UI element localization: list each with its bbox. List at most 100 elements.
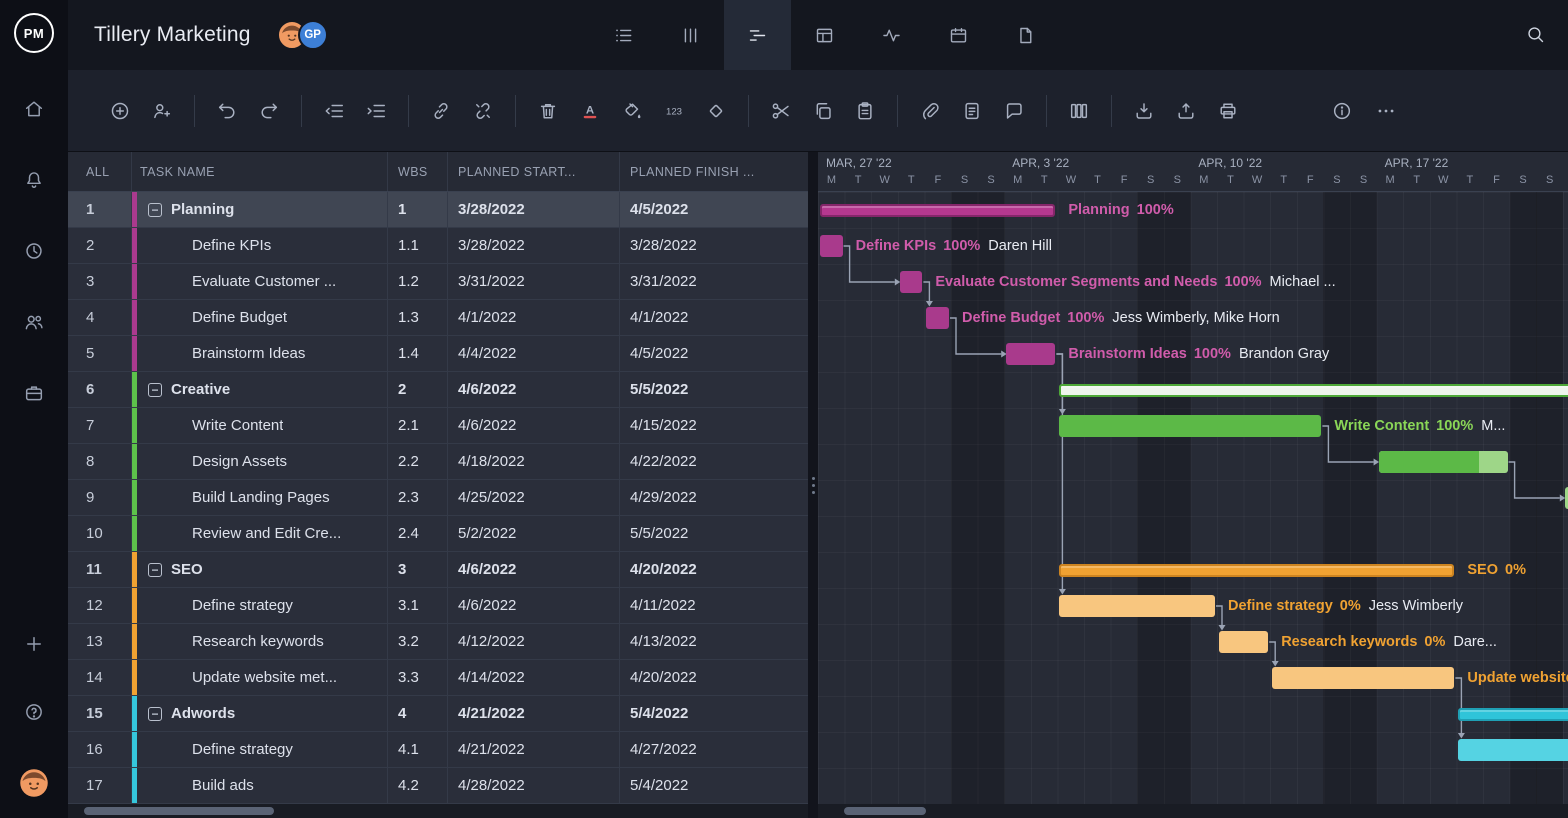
toolbar-comment-button[interactable] <box>1002 99 1026 123</box>
table-row[interactable]: 15−Adwords44/21/20225/4/2022 <box>68 696 808 732</box>
table-row[interactable]: 11−SEO34/6/20224/20/2022 <box>68 552 808 588</box>
table-hscroll-thumb[interactable] <box>84 807 274 815</box>
task-name: Define strategy <box>192 597 293 614</box>
gantt-task-bar[interactable] <box>1272 667 1454 689</box>
gantt-task-bar[interactable] <box>1006 343 1055 365</box>
sidebar-user-avatar[interactable] <box>19 768 49 798</box>
gantt-task-bar[interactable] <box>820 235 843 257</box>
toolbar-add-task-button[interactable] <box>108 99 132 123</box>
toolbar-indent-button[interactable] <box>364 99 388 123</box>
view-tab-activity[interactable] <box>858 0 925 70</box>
planned-finish-cell: 4/27/2022 <box>620 732 808 767</box>
gantt-task-bar[interactable] <box>926 307 949 329</box>
table-row[interactable]: 12Define strategy3.14/6/20224/11/2022 <box>68 588 808 624</box>
gantt-task-bar[interactable] <box>1379 451 1508 473</box>
toolbar-milestone-button[interactable] <box>704 99 728 123</box>
table-row[interactable]: 7Write Content2.14/6/20224/15/2022 <box>68 408 808 444</box>
unlink-icon <box>472 100 494 122</box>
pane-divider[interactable] <box>808 152 818 818</box>
toolbar-redo-button[interactable] <box>257 99 281 123</box>
sidebar-help-button[interactable] <box>22 700 46 724</box>
view-tab-sheet[interactable] <box>791 0 858 70</box>
table-row[interactable]: 13Research keywords3.24/12/20224/13/2022 <box>68 624 808 660</box>
member-avatar[interactable]: GP <box>298 20 328 50</box>
column-header-all[interactable]: ALL <box>68 152 132 191</box>
table-row[interactable]: 17Build ads4.24/28/20225/4/2022 <box>68 768 808 804</box>
toolbar-print-button[interactable] <box>1216 99 1240 123</box>
gantt-hscroll-thumb[interactable] <box>844 807 926 815</box>
app-logo[interactable]: PM <box>14 13 54 53</box>
gantt-task-bar[interactable] <box>1219 631 1268 653</box>
toolbar-trash-button[interactable] <box>536 99 560 123</box>
collapse-icon[interactable]: − <box>148 383 162 397</box>
gantt-task-bar[interactable] <box>900 271 923 293</box>
toolbar-columns-button[interactable] <box>1067 99 1091 123</box>
gantt-summary-bar[interactable] <box>1059 384 1568 397</box>
toolbar-fill-color-button[interactable] <box>620 99 644 123</box>
bar-label-assignees: M... <box>1481 418 1505 434</box>
column-header-task-name[interactable]: TASK NAME <box>132 152 388 191</box>
collapse-icon[interactable]: − <box>148 563 162 577</box>
gantt-pane: MAR, 27 '22APR, 3 '22APR, 10 '22APR, 17 … <box>818 152 1568 818</box>
toolbar-import-button[interactable] <box>1132 99 1156 123</box>
toolbar-undo-button[interactable] <box>215 99 239 123</box>
table-row[interactable]: 1−Planning13/28/20224/5/2022 <box>68 192 808 228</box>
toolbar-outdent-button[interactable] <box>322 99 346 123</box>
view-tab-doc[interactable] <box>992 0 1059 70</box>
table-row[interactable]: 3Evaluate Customer ...1.23/31/20223/31/2… <box>68 264 808 300</box>
sidebar-team-button[interactable] <box>22 310 46 334</box>
sidebar-briefcase-button[interactable] <box>22 381 46 405</box>
gantt-summary-bar[interactable] <box>1458 708 1568 721</box>
table-row[interactable]: 2Define KPIs1.13/28/20223/28/2022 <box>68 228 808 264</box>
sidebar-clock-button[interactable] <box>22 239 46 263</box>
column-header-planned-start[interactable]: PLANNED START... <box>448 152 620 191</box>
view-board-icon <box>680 25 701 46</box>
toolbar-assign-button[interactable] <box>150 99 174 123</box>
view-tab-board[interactable] <box>657 0 724 70</box>
gantt-task-bar[interactable] <box>1059 595 1215 617</box>
toolbar-paste-button[interactable] <box>853 99 877 123</box>
sidebar-bell-button[interactable] <box>22 168 46 192</box>
table-row[interactable]: 8Design Assets2.24/18/20224/22/2022 <box>68 444 808 480</box>
help-icon <box>23 701 45 723</box>
view-tab-list[interactable] <box>590 0 657 70</box>
column-header-planned-finish[interactable]: PLANNED FINISH ... <box>620 152 808 191</box>
toolbar-notes-button[interactable] <box>960 99 984 123</box>
gantt-bar-label: Define KPIs100%Daren Hill <box>856 237 1052 256</box>
search-button[interactable] <box>1525 24 1546 48</box>
table-row[interactable]: 9Build Landing Pages2.34/25/20224/29/202… <box>68 480 808 516</box>
column-header-wbs[interactable]: WBS <box>388 152 448 191</box>
toolbar-numbers-button[interactable]: 123 <box>662 99 686 123</box>
toolbar-attachment-button[interactable] <box>918 99 942 123</box>
toolbar-unlink-button[interactable] <box>471 99 495 123</box>
toolbar-export-button[interactable] <box>1174 99 1198 123</box>
gantt-summary-bar[interactable] <box>1059 564 1454 577</box>
collapse-icon[interactable]: − <box>148 203 162 217</box>
toolbar-copy-button[interactable] <box>811 99 835 123</box>
task-name-cell: Research keywords <box>132 624 388 659</box>
sidebar-plus-button[interactable] <box>22 632 46 656</box>
collapse-icon[interactable]: − <box>148 707 162 721</box>
view-tab-calendar[interactable] <box>925 0 992 70</box>
milestone-icon <box>705 100 727 122</box>
table-row[interactable]: 10Review and Edit Cre...2.45/2/20225/5/2… <box>68 516 808 552</box>
toolbar-text-color-button[interactable]: A <box>578 99 602 123</box>
table-row[interactable]: 6−Creative24/6/20225/5/2022 <box>68 372 808 408</box>
toolbar-info-button[interactable] <box>1330 99 1354 123</box>
bar-label-name: Define Budget <box>962 310 1060 326</box>
gantt-task-bar[interactable] <box>1059 415 1321 437</box>
toolbar-groups: A 123 <box>88 95 1260 127</box>
table-row[interactable]: 5Brainstorm Ideas1.44/4/20224/5/2022 <box>68 336 808 372</box>
table-row[interactable]: 16Define strategy4.14/21/20224/27/2022 <box>68 732 808 768</box>
sidebar-home-button[interactable] <box>22 97 46 121</box>
view-tab-gantt[interactable] <box>724 0 791 70</box>
toolbar-cut-button[interactable] <box>769 99 793 123</box>
gantt-summary-bar[interactable] <box>820 204 1055 217</box>
toolbar-link-button[interactable] <box>429 99 453 123</box>
task-name: Evaluate Customer ... <box>192 273 336 290</box>
timeline-day-label: M <box>1190 174 1217 186</box>
table-row[interactable]: 14Update website met...3.34/14/20224/20/… <box>68 660 808 696</box>
toolbar-more-button[interactable] <box>1374 99 1398 123</box>
table-row[interactable]: 4Define Budget1.34/1/20224/1/2022 <box>68 300 808 336</box>
gantt-task-bar[interactable] <box>1458 739 1568 761</box>
